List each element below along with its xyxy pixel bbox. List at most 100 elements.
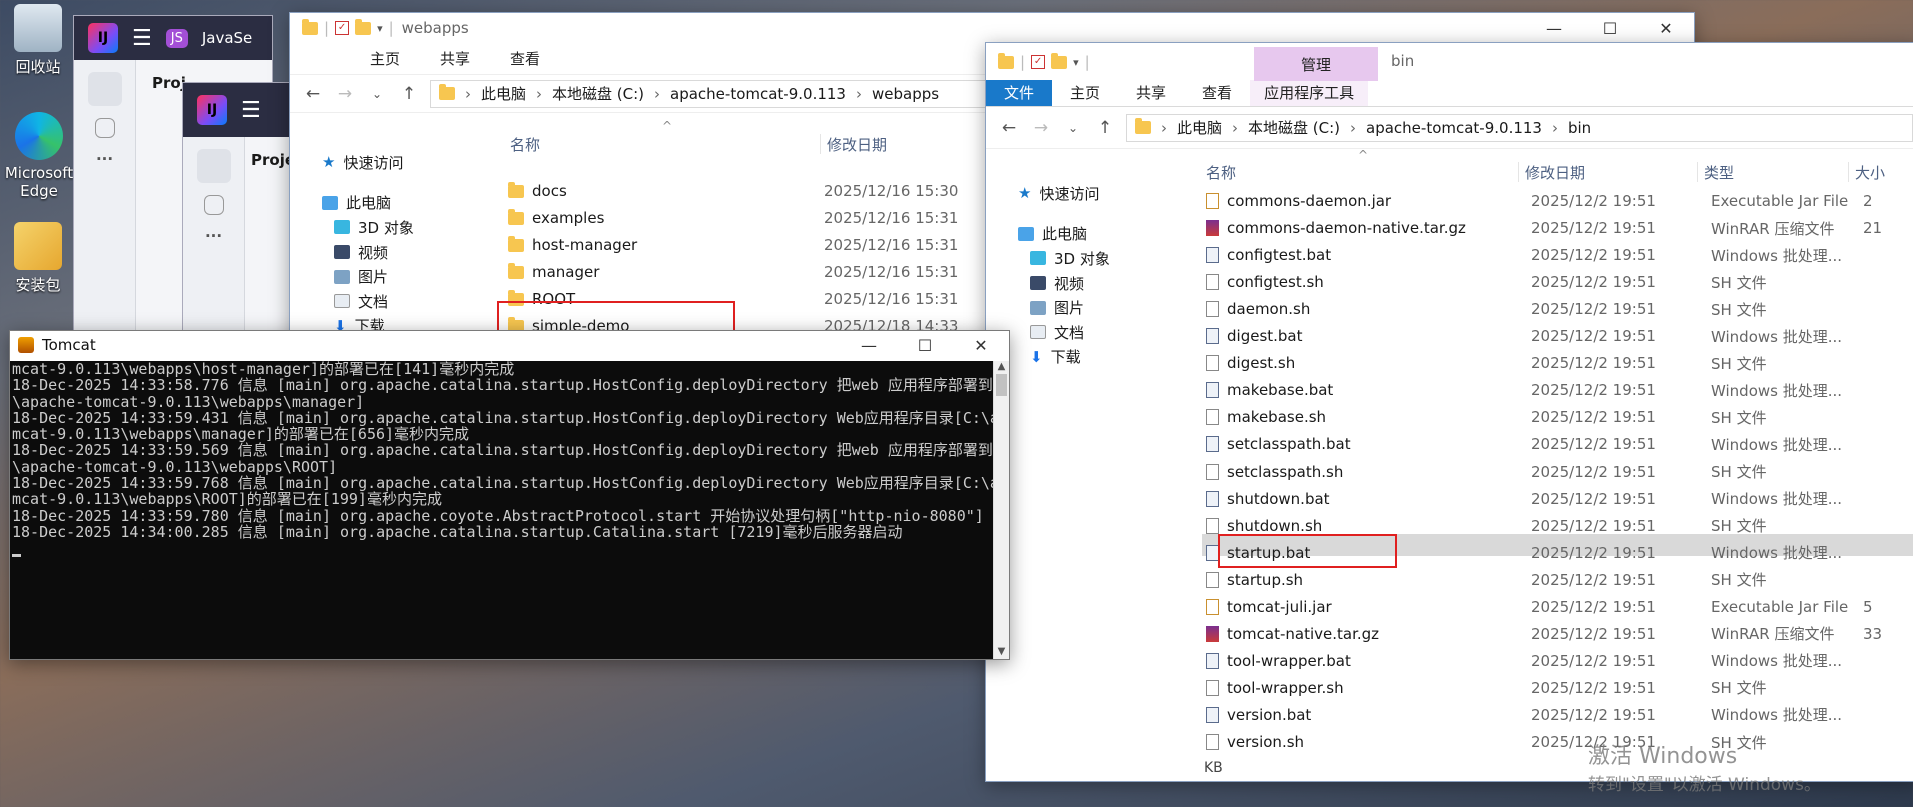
explorer-window-bin[interactable]: | ✓ ▾ | 管理 bin 文件 主页 共享 查看 应用程序工具 ← → ⌄ …: [985, 42, 1913, 782]
new-folder-icon[interactable]: [355, 18, 372, 35]
table-row[interactable]: tomcat-juli.jar 2025/12/2 19:51 Executable…: [1206, 596, 1913, 618]
structure-tool-icon[interactable]: [203, 195, 224, 215]
table-row[interactable]: tomcat-native.tar.gz 2025/12/2 19:51 WinRA…: [1206, 623, 1913, 645]
breadcrumb-item[interactable]: apache-tomcat-9.0.113: [670, 85, 846, 103]
ribbon-tab-app-tools[interactable]: 应用程序工具: [1250, 80, 1369, 106]
column-header-name[interactable]: 名称: [510, 134, 820, 155]
ribbon-tab-view[interactable]: 查看: [490, 44, 560, 74]
ribbon-tab-home[interactable]: 主页: [350, 44, 420, 74]
close-icon[interactable]: ✕: [1638, 13, 1694, 43]
nav-3d-objects[interactable]: 3D 对象: [1006, 246, 1166, 271]
maximize-icon[interactable]: ☐: [1582, 13, 1638, 43]
nav-pictures[interactable]: 图片: [1006, 295, 1166, 320]
table-row[interactable]: shutdown.bat 2025/12/2 19:51 Windows 批处理..…: [1206, 488, 1913, 510]
console-output[interactable]: mcat-9.0.113\webapps\host-manager]的部署已在[…: [10, 361, 993, 659]
properties-icon[interactable]: ✓: [335, 21, 350, 35]
breadcrumb-item[interactable]: apache-tomcat-9.0.113: [1366, 119, 1542, 137]
ribbon-tab-file[interactable]: 文件: [986, 80, 1053, 106]
scroll-up-icon[interactable]: ▲: [994, 361, 1009, 372]
desktop-icon-recycle-bin[interactable]: 回收站: [0, 4, 78, 77]
ide-tab-title[interactable]: JavaSe: [202, 29, 252, 47]
new-folder-icon[interactable]: [1051, 52, 1068, 69]
table-row[interactable]: version.bat 2025/12/2 19:51 Windows 批处理...: [1206, 704, 1913, 726]
ribbon-tab-home[interactable]: 主页: [1052, 80, 1118, 106]
ribbon-tab-view[interactable]: 查看: [1184, 80, 1250, 106]
up-button[interactable]: ↑: [398, 84, 420, 104]
nav-videos[interactable]: 视频: [310, 240, 470, 265]
table-row[interactable]: makebase.bat 2025/12/2 19:51 Windows 批处理..…: [1206, 379, 1913, 401]
table-row[interactable]: daemon.sh 2025/12/2 19:51 SH 文件: [1206, 298, 1913, 320]
up-button[interactable]: ↑: [1094, 118, 1116, 138]
back-button[interactable]: ←: [302, 84, 324, 104]
scrollbar-thumb[interactable]: [996, 374, 1007, 396]
nav-downloads[interactable]: ⬇ 下载: [1006, 345, 1166, 370]
nav-pictures[interactable]: 图片: [310, 264, 470, 289]
table-row[interactable]: digest.bat 2025/12/2 19:51 Windows 批处理...: [1206, 325, 1913, 347]
table-row[interactable]: host-manager 2025/12/16 15:31: [508, 234, 1038, 256]
nav-quick-access[interactable]: ★ 快速访问: [1006, 181, 1166, 206]
minimize-icon[interactable]: —: [841, 330, 897, 360]
recent-locations-icon[interactable]: ⌄: [366, 87, 388, 101]
properties-icon[interactable]: ✓: [1031, 55, 1046, 69]
context-tab-manage[interactable]: 管理: [1254, 47, 1378, 81]
desktop-icon-edge[interactable]: Microsoft Edge: [0, 112, 80, 200]
address-bar[interactable]: › 此电脑 › 本地磁盘 (C:) › apache-tomcat-9.0.11…: [1126, 113, 1913, 142]
nav-documents[interactable]: 文档: [1006, 320, 1166, 345]
tomcat-console-window[interactable]: Tomcat — ☐ ✕ mcat-9.0.113\webapps\host-m…: [9, 330, 1010, 660]
minimize-icon[interactable]: —: [1526, 13, 1582, 43]
breadcrumb-item[interactable]: 本地磁盘 (C:): [1248, 117, 1340, 138]
breadcrumb-item[interactable]: 本地磁盘 (C:): [552, 83, 644, 104]
nav-this-pc[interactable]: 此电脑: [310, 191, 470, 216]
forward-button[interactable]: →: [334, 84, 356, 104]
ribbon-tab-share[interactable]: 共享: [1118, 80, 1184, 106]
ide-window-front[interactable]: IJ ☰ ··· Proje: [182, 82, 302, 342]
table-row[interactable]: configtest.bat 2025/12/2 19:51 Windows 批处理…: [1206, 244, 1913, 266]
structure-tool-icon[interactable]: [94, 118, 115, 138]
customize-qat-icon[interactable]: ▾: [377, 22, 383, 35]
desktop-icon-installers[interactable]: 安装包: [0, 222, 78, 295]
forward-button[interactable]: →: [1030, 118, 1052, 138]
close-icon[interactable]: ✕: [953, 330, 1009, 360]
table-row[interactable]: setclasspath.bat 2025/12/2 19:51 Windows 批…: [1206, 433, 1913, 455]
customize-qat-icon[interactable]: ▾: [1073, 56, 1079, 69]
table-row[interactable]: tool-wrapper.bat 2025/12/2 19:51 Windows 批…: [1206, 650, 1913, 672]
breadcrumb-item[interactable]: webapps: [872, 85, 939, 103]
table-row[interactable]: examples 2025/12/16 15:31: [508, 207, 1038, 229]
hamburger-menu-icon[interactable]: ☰: [241, 98, 261, 123]
column-header-type[interactable]: 类型: [1704, 162, 1848, 183]
table-row[interactable]: digest.sh 2025/12/2 19:51 SH 文件: [1206, 352, 1913, 374]
back-button[interactable]: ←: [998, 118, 1020, 138]
table-row[interactable]: commons-daemon-native.tar.gz 2025/12/2 19…: [1206, 217, 1913, 239]
scroll-down-icon[interactable]: ▼: [994, 646, 1009, 657]
breadcrumb-item[interactable]: 此电脑: [481, 83, 526, 104]
nav-quick-access[interactable]: ★ 快速访问: [310, 150, 470, 175]
column-header-modified[interactable]: 修改日期: [827, 134, 887, 155]
nav-this-pc[interactable]: 此电脑: [1006, 222, 1166, 247]
project-tool-icon[interactable]: [196, 149, 231, 183]
ribbon-tab-share[interactable]: 共享: [420, 44, 490, 74]
table-row[interactable]: version.sh 2025/12/2 19:51 SH 文件: [1206, 731, 1913, 753]
table-row[interactable]: startup.sh 2025/12/2 19:51 SH 文件: [1206, 569, 1913, 591]
table-row[interactable]: configtest.sh 2025/12/2 19:51 SH 文件: [1206, 271, 1913, 293]
nav-3d-objects[interactable]: 3D 对象: [310, 215, 470, 240]
breadcrumb-item[interactable]: bin: [1568, 119, 1591, 137]
hamburger-menu-icon[interactable]: ☰: [132, 26, 152, 51]
table-row[interactable]: setclasspath.sh 2025/12/2 19:51 SH 文件: [1206, 461, 1913, 483]
nav-videos[interactable]: 视频: [1006, 271, 1166, 296]
table-row[interactable]: docs 2025/12/16 15:30: [508, 180, 1038, 202]
project-tool-icon[interactable]: [87, 72, 122, 106]
column-header-modified[interactable]: 修改日期: [1525, 162, 1697, 183]
console-scrollbar[interactable]: ▲ ▼: [993, 361, 1009, 659]
maximize-icon[interactable]: ☐: [897, 330, 953, 360]
table-row[interactable]: manager 2025/12/16 15:31: [508, 261, 1038, 283]
more-tools-icon[interactable]: ···: [183, 227, 244, 245]
breadcrumb-item[interactable]: 此电脑: [1177, 117, 1222, 138]
column-header-name[interactable]: 名称: [1206, 162, 1518, 183]
table-row[interactable]: commons-daemon.jar 2025/12/2 19:51 Executa…: [1206, 190, 1913, 212]
more-tools-icon[interactable]: ···: [74, 150, 135, 168]
table-row[interactable]: makebase.sh 2025/12/2 19:51 SH 文件: [1206, 406, 1913, 428]
recent-locations-icon[interactable]: ⌄: [1062, 121, 1084, 135]
nav-documents[interactable]: 文档: [310, 289, 470, 314]
column-header-size[interactable]: 大小: [1855, 162, 1885, 183]
table-row[interactable]: tool-wrapper.sh 2025/12/2 19:51 SH 文件: [1206, 677, 1913, 699]
